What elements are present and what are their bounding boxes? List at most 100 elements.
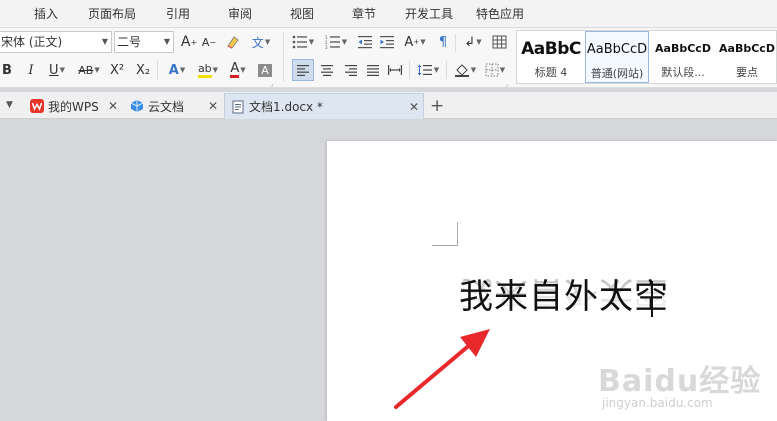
- clear-format-icon[interactable]: [222, 31, 244, 53]
- show-marks-button[interactable]: ¶: [432, 31, 454, 53]
- divider: [157, 61, 158, 79]
- align-left-icon: [297, 65, 309, 76]
- numbered-list-button[interactable]: 1 2 3 ▼: [320, 31, 352, 53]
- divider: [283, 32, 284, 82]
- char-shading-button[interactable]: A: [254, 59, 276, 81]
- tab-label: 云文档: [148, 99, 185, 114]
- distribute-button[interactable]: [384, 59, 406, 81]
- tab-document1[interactable]: 文档1.docx * ✕: [224, 93, 424, 119]
- baidu-watermark: Baidu经验 jingyan.baidu.com: [598, 356, 762, 410]
- shading-button[interactable]: ▼: [450, 59, 480, 81]
- tab-label: 我的WPS: [48, 99, 99, 114]
- style-sample: AaBbC: [521, 39, 581, 59]
- line-break-button[interactable]: ↲ ▼: [460, 31, 486, 53]
- watermark-url: jingyan.baidu.com: [602, 396, 713, 410]
- tab-cloud-docs[interactable]: 云文档 ✕: [124, 93, 220, 119]
- paint-bucket-icon: [454, 64, 469, 77]
- tab-my-wps[interactable]: 我的WPS ✕: [24, 93, 120, 119]
- style-label: 默认段...: [661, 66, 705, 79]
- font-name-value: 宋体 (正文): [1, 35, 63, 49]
- menu-tab-insert[interactable]: 插入: [34, 0, 58, 28]
- align-center-icon: [321, 65, 333, 76]
- document-icon: [232, 100, 244, 113]
- style-normal-web[interactable]: AaBbCcD 普通(网站): [585, 31, 649, 83]
- text-reflection-effect: 我来自外太空: [459, 273, 669, 313]
- strikethrough-button[interactable]: AB ▼: [74, 59, 104, 81]
- return-arrow-icon: ↲: [464, 34, 476, 50]
- style-label: 标题 4: [534, 66, 568, 79]
- font-dialog-launcher-icon[interactable]: ⌟: [270, 81, 273, 88]
- close-icon[interactable]: ✕: [208, 99, 218, 113]
- style-heading4[interactable]: AaBbC 标题 4: [519, 31, 583, 83]
- table-icon: [492, 35, 506, 49]
- menu-tab-view[interactable]: 视图: [290, 0, 314, 28]
- align-center-button[interactable]: [316, 59, 338, 81]
- cloud-doc-icon: [130, 100, 144, 112]
- text-effect-button[interactable]: A ▼: [162, 59, 192, 81]
- indent-icon: [380, 36, 394, 49]
- highlight-icon: ab: [197, 62, 212, 78]
- menu-tab-developer[interactable]: 开发工具: [405, 0, 453, 28]
- text-effect-icon: A: [168, 62, 179, 78]
- text-cursor: [651, 281, 653, 317]
- line-spacing-button[interactable]: ▼: [414, 59, 442, 81]
- highlight-color-button[interactable]: ab ▼: [193, 59, 223, 81]
- chevron-down-icon: ▼: [101, 37, 108, 46]
- tab-list-dropdown-icon[interactable]: ▼: [6, 100, 13, 110]
- style-label: 普通(网站): [590, 67, 644, 80]
- line-spacing-icon: [417, 64, 432, 76]
- menu-tab-references[interactable]: 引用: [166, 0, 190, 28]
- borders-button[interactable]: ▼: [480, 59, 510, 81]
- font-name-select[interactable]: 宋体 (正文) ▼: [0, 31, 112, 53]
- font-size-value: 二号: [117, 35, 142, 49]
- bullet-list-icon: [292, 35, 307, 49]
- shrink-font-button[interactable]: A −: [198, 31, 220, 53]
- wps-logo-icon: [30, 99, 44, 113]
- style-sample: AaBbCcD: [655, 42, 711, 55]
- divider: [455, 34, 456, 52]
- decrease-indent-button[interactable]: [354, 31, 376, 53]
- pilcrow-icon: ¶: [438, 34, 448, 50]
- superscript-button[interactable]: X²: [106, 59, 128, 81]
- menu-bar: 插入 页面布局 引用 审阅 视图 章节 开发工具 特色应用: [0, 0, 777, 28]
- border-icon: [485, 63, 499, 77]
- outdent-icon: [358, 36, 372, 49]
- svg-text:3: 3: [325, 45, 328, 49]
- font-size-select[interactable]: 二号 ▼: [114, 31, 174, 53]
- grow-font-button[interactable]: A +: [178, 31, 200, 53]
- numbered-list-icon: 123: [325, 35, 340, 49]
- align-right-button[interactable]: [340, 59, 362, 81]
- menu-tab-section[interactable]: 章节: [352, 0, 376, 28]
- style-default-paragraph[interactable]: AaBbCcD 默认段...: [651, 31, 715, 83]
- watermark-text: Baidu经验: [598, 364, 762, 399]
- menu-tab-review[interactable]: 审阅: [228, 0, 252, 28]
- chevron-down-icon: ▼: [163, 37, 170, 46]
- style-sample: AaBbCcD: [719, 42, 775, 55]
- menu-tab-page-layout[interactable]: 页面布局: [88, 0, 136, 28]
- font-color-button[interactable]: A ▼: [223, 59, 253, 81]
- align-left-button[interactable]: [292, 59, 314, 81]
- divider: [446, 61, 447, 79]
- italic-button[interactable]: I: [20, 59, 42, 81]
- table-button[interactable]: [488, 31, 510, 53]
- bullet-list-button[interactable]: ▼: [287, 31, 319, 53]
- phonetic-guide-button[interactable]: 文 ▼: [248, 31, 274, 53]
- increase-indent-button[interactable]: [376, 31, 398, 53]
- underline-button[interactable]: U ▼: [42, 59, 72, 81]
- tab-label: 文档1.docx *: [249, 100, 323, 114]
- bold-button[interactable]: B: [0, 59, 18, 81]
- style-key-point[interactable]: AaBbCcD 要点: [715, 31, 777, 83]
- menu-tab-special[interactable]: 特色应用: [476, 0, 524, 28]
- font-color-icon: A: [230, 60, 240, 78]
- subscript-button[interactable]: X₂: [132, 59, 154, 81]
- distribute-icon: [388, 65, 402, 75]
- close-icon[interactable]: ✕: [409, 100, 419, 114]
- divider: [409, 61, 410, 79]
- close-icon[interactable]: ✕: [108, 99, 118, 113]
- justify-button[interactable]: [362, 59, 384, 81]
- change-case-button[interactable]: A + ▼: [400, 31, 430, 53]
- style-label: 要点: [736, 66, 758, 79]
- paragraph-dialog-launcher-icon[interactable]: ⌟: [505, 81, 508, 88]
- new-tab-button[interactable]: +: [430, 96, 444, 116]
- phonetic-icon: 文: [251, 35, 264, 50]
